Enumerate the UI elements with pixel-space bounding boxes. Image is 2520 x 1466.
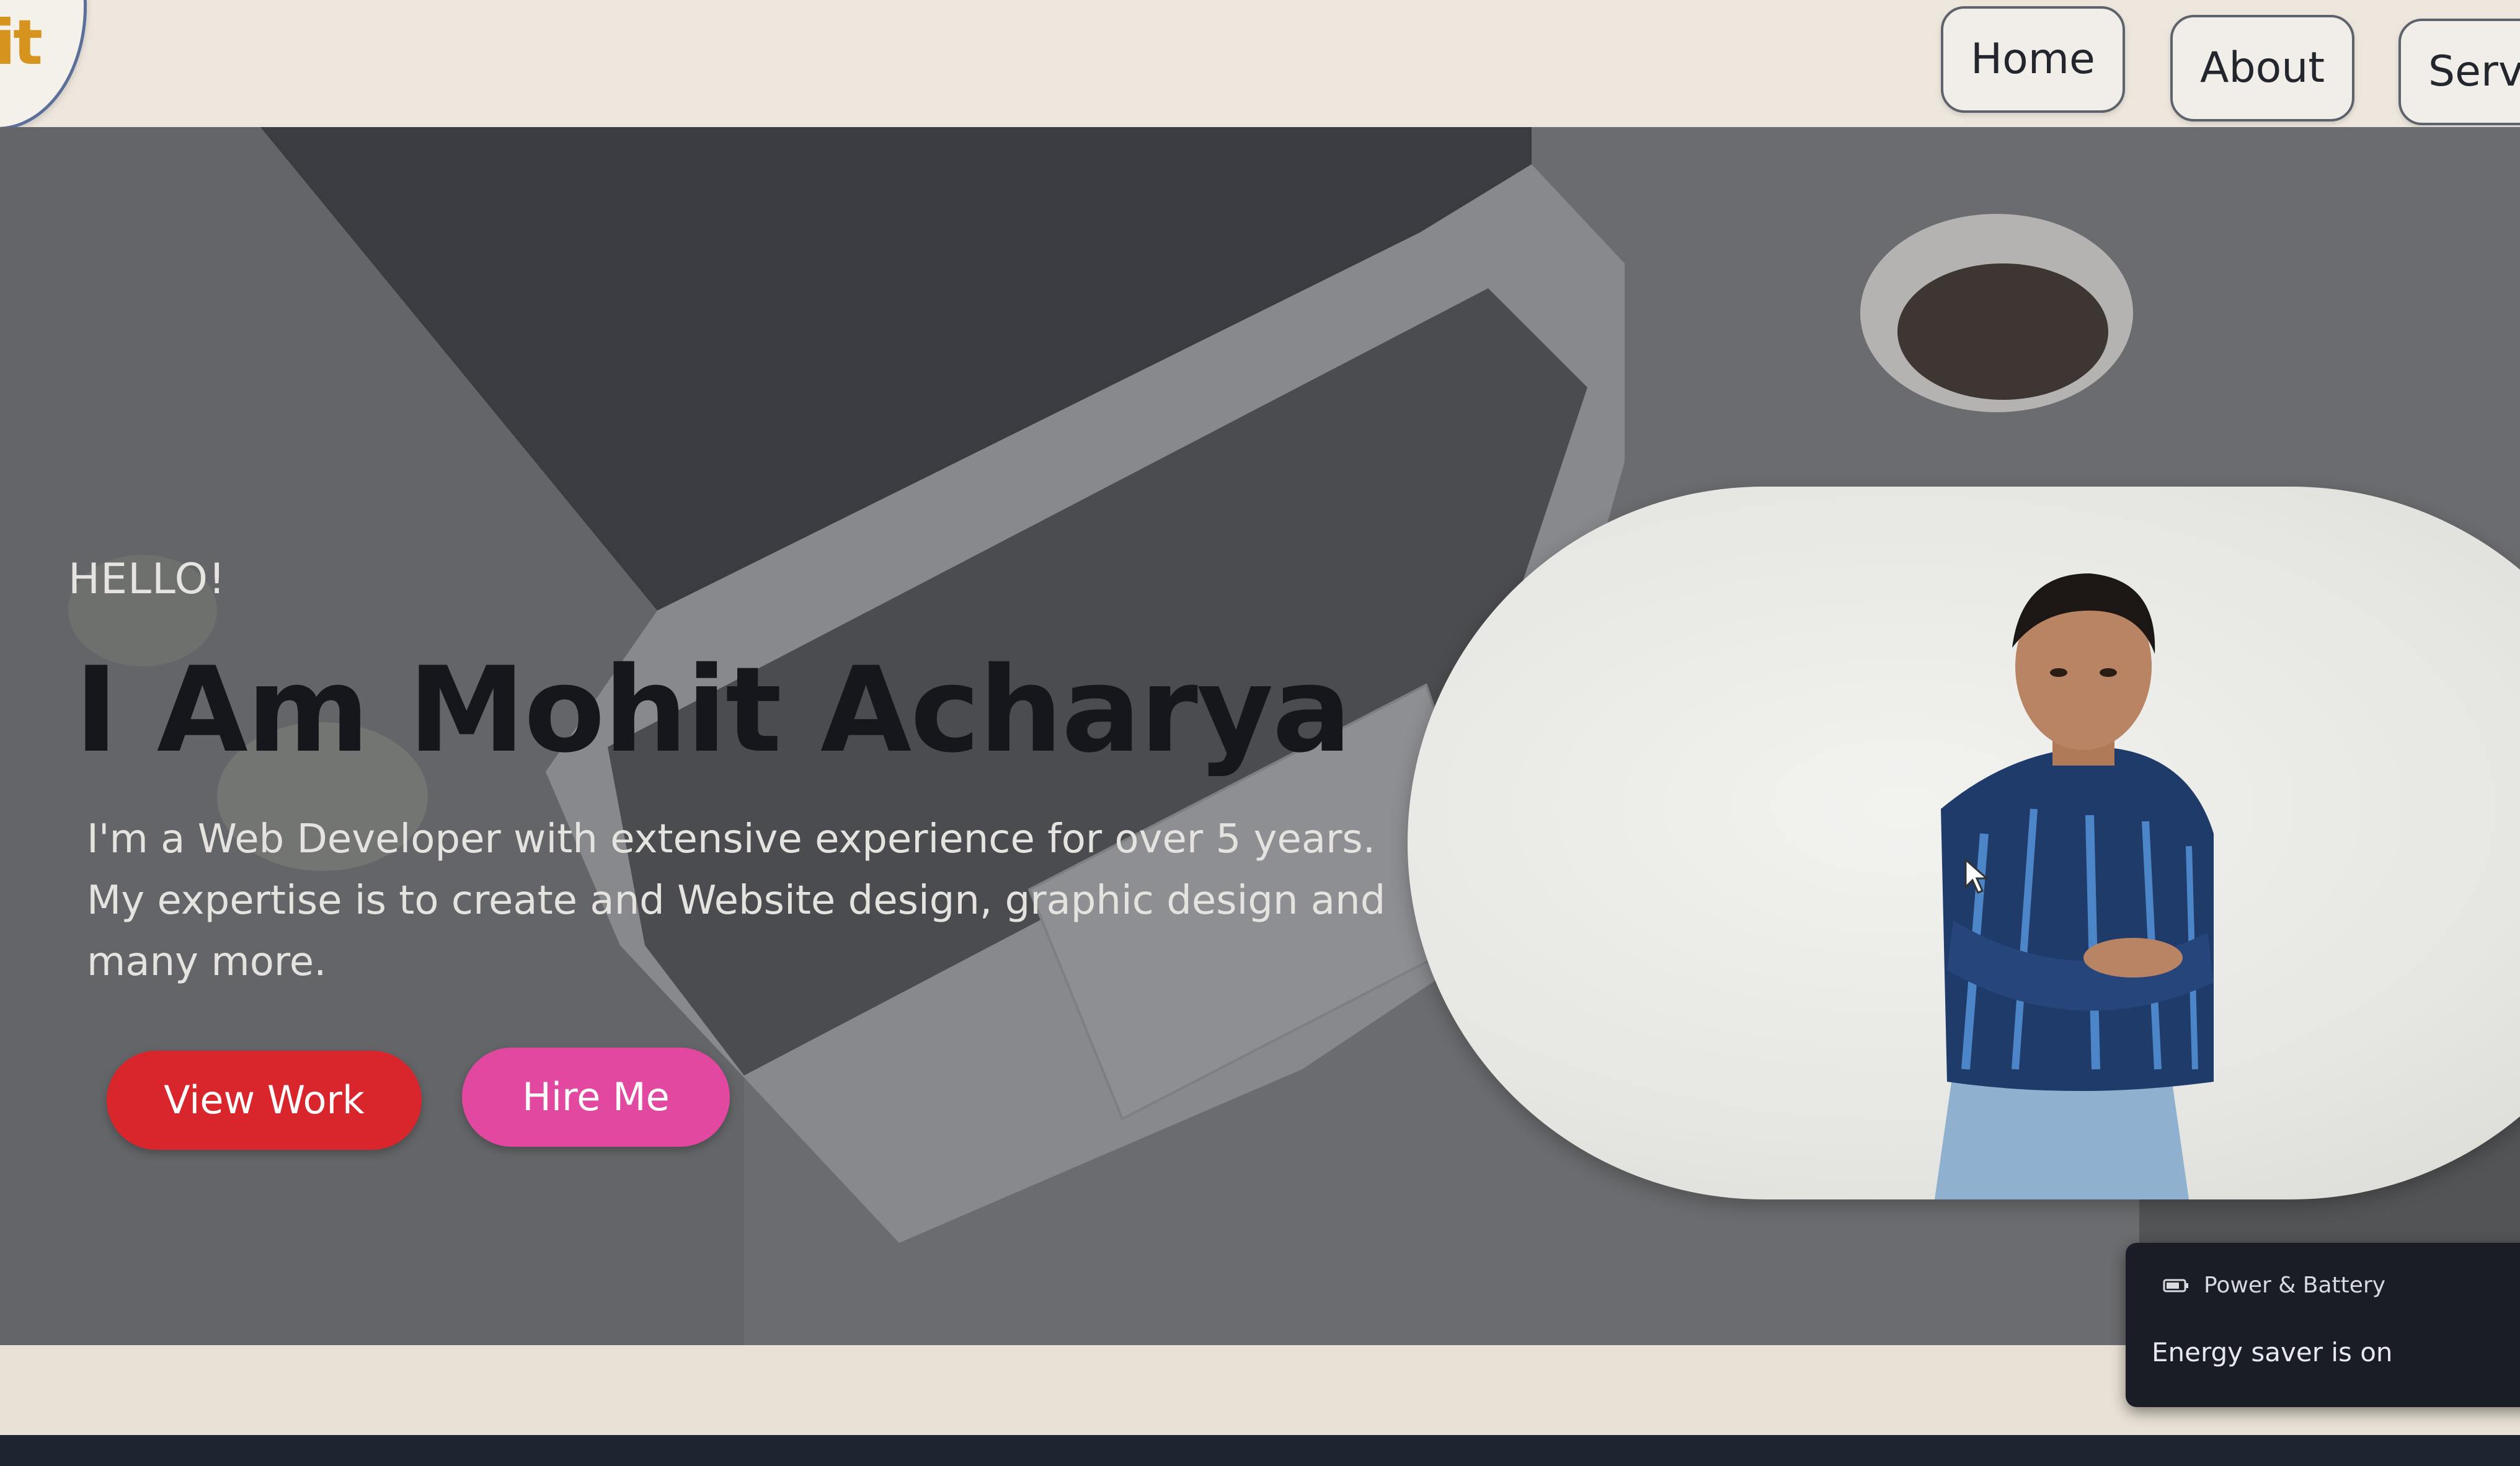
profile-photo: [1935, 573, 2214, 1199]
power-notification-toast[interactable]: Power & Battery Energy saver is on: [2126, 1243, 2520, 1407]
view-work-button[interactable]: View Work: [107, 1051, 422, 1150]
mouse-cursor-icon: [1964, 859, 1989, 894]
logo-text: it: [0, 6, 43, 79]
toast-header: Power & Battery: [2163, 1273, 2385, 1298]
hire-me-button[interactable]: Hire Me: [462, 1048, 730, 1147]
nav-about-button[interactable]: About: [2170, 15, 2355, 121]
battery-icon: [2163, 1279, 2188, 1292]
toast-title: Power & Battery: [2204, 1273, 2386, 1298]
nav-services-button[interactable]: Servic: [2398, 19, 2520, 125]
nav-home-button[interactable]: Home: [1941, 6, 2125, 113]
site-header: it Home About Servic: [0, 0, 2520, 133]
hero-name-heading: I Am Mohit Acharya: [74, 642, 1352, 779]
screen: it Home About Servic: [0, 0, 2520, 1466]
hero-description: I'm a Web Developer with extensive exper…: [87, 816, 1386, 985]
site-logo[interactable]: it: [0, 0, 87, 130]
hero-section: HELLO! I Am Mohit Acharya I'm a Web Deve…: [0, 127, 2520, 1354]
profile-photo-frame: [1408, 487, 2520, 1199]
toast-message: Energy saver is on: [2152, 1337, 2393, 1367]
greeting-text: HELLO!: [68, 555, 226, 604]
os-taskbar: [0, 1435, 2520, 1466]
